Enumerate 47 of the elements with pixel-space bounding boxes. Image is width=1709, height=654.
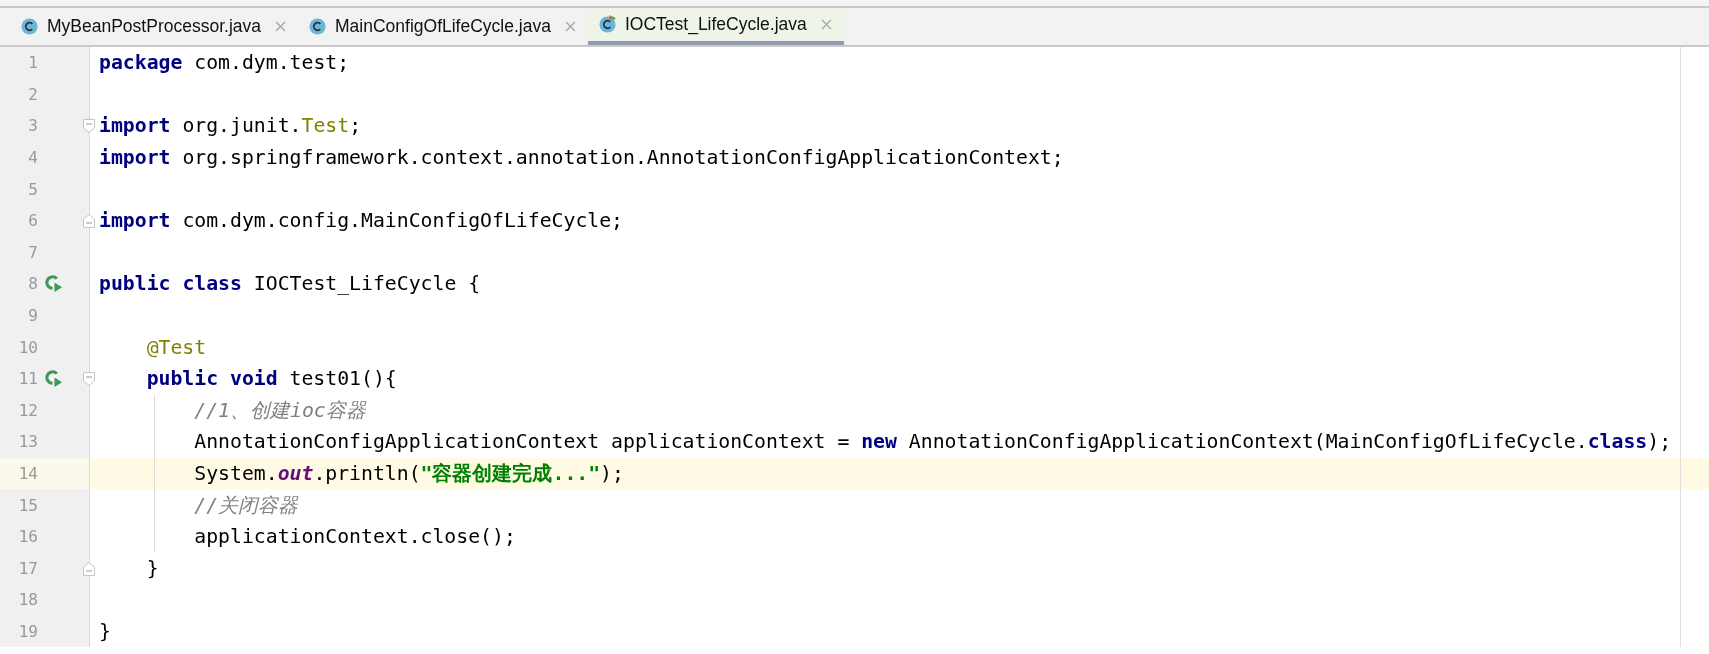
code-line: import com.dym.config.MainConfigOfLifeCycle;	[99, 209, 624, 233]
line-number: 17	[17, 558, 38, 578]
code-line: //关闭容器	[193, 492, 299, 519]
run-icon[interactable]	[44, 369, 63, 389]
line-number: 15	[17, 495, 38, 515]
line-number: 13	[17, 432, 38, 452]
code-line: //1、创建ioc容器	[193, 397, 366, 424]
line-number: 12	[17, 400, 38, 420]
line-number: 8	[27, 274, 38, 294]
code-line: }	[99, 620, 111, 643]
code-line: public class IOCTest_LifeCycle {	[99, 272, 481, 296]
line-number: 19	[17, 622, 38, 641]
fold-icon[interactable]	[83, 371, 95, 386]
line-number: 16	[17, 527, 38, 547]
code-line: import org.springframework.context.annotation.AnnotationConfigApplicationContext;	[99, 146, 1064, 170]
run-icon[interactable]	[44, 274, 63, 294]
code-line: import org.junit.Test;	[99, 114, 362, 138]
line-number: 7	[27, 242, 38, 262]
code-line: }	[145, 556, 159, 580]
java-class-icon	[20, 17, 39, 36]
code-line: @Test	[145, 335, 207, 359]
line-number: 5	[27, 179, 38, 199]
code-line: AnnotationConfigApplicationContext applicationContext = new AnnotationConfigApplicationContext(MainConfigOfLifeCycle.class);	[193, 430, 1672, 454]
line-number: 14	[17, 464, 38, 483]
line-number: 18	[17, 590, 38, 610]
code-line: package com.dym.test;	[99, 51, 350, 75]
editor-tab[interactable]: IOCTest_LifeCycle.java	[587, 8, 844, 45]
line-number: 3	[27, 116, 38, 136]
line-number: 6	[27, 211, 38, 231]
code-line: System.out.println("容器创建完成...");	[193, 461, 624, 487]
close-icon[interactable]	[275, 21, 286, 32]
code-line: public void test01(){	[145, 367, 397, 391]
java-class-icon	[308, 17, 327, 36]
fold-icon[interactable]	[83, 213, 95, 228]
close-icon[interactable]	[820, 19, 832, 30]
line-number: 2	[27, 84, 38, 104]
close-icon[interactable]	[564, 21, 576, 32]
line-number: 4	[27, 148, 38, 168]
fold-icon[interactable]	[83, 119, 95, 134]
line-number: 11	[17, 369, 38, 389]
editor-tab[interactable]: MyBeanPostProcessor.java	[10, 8, 298, 45]
line-number: 10	[17, 337, 38, 357]
line-number: 1	[27, 53, 38, 73]
editor-tab[interactable]: MainConfigOfLifeCycle.java	[298, 8, 588, 45]
code-line: applicationContext.close();	[193, 525, 516, 549]
line-number: 9	[27, 306, 38, 326]
fold-icon[interactable]	[83, 561, 95, 576]
